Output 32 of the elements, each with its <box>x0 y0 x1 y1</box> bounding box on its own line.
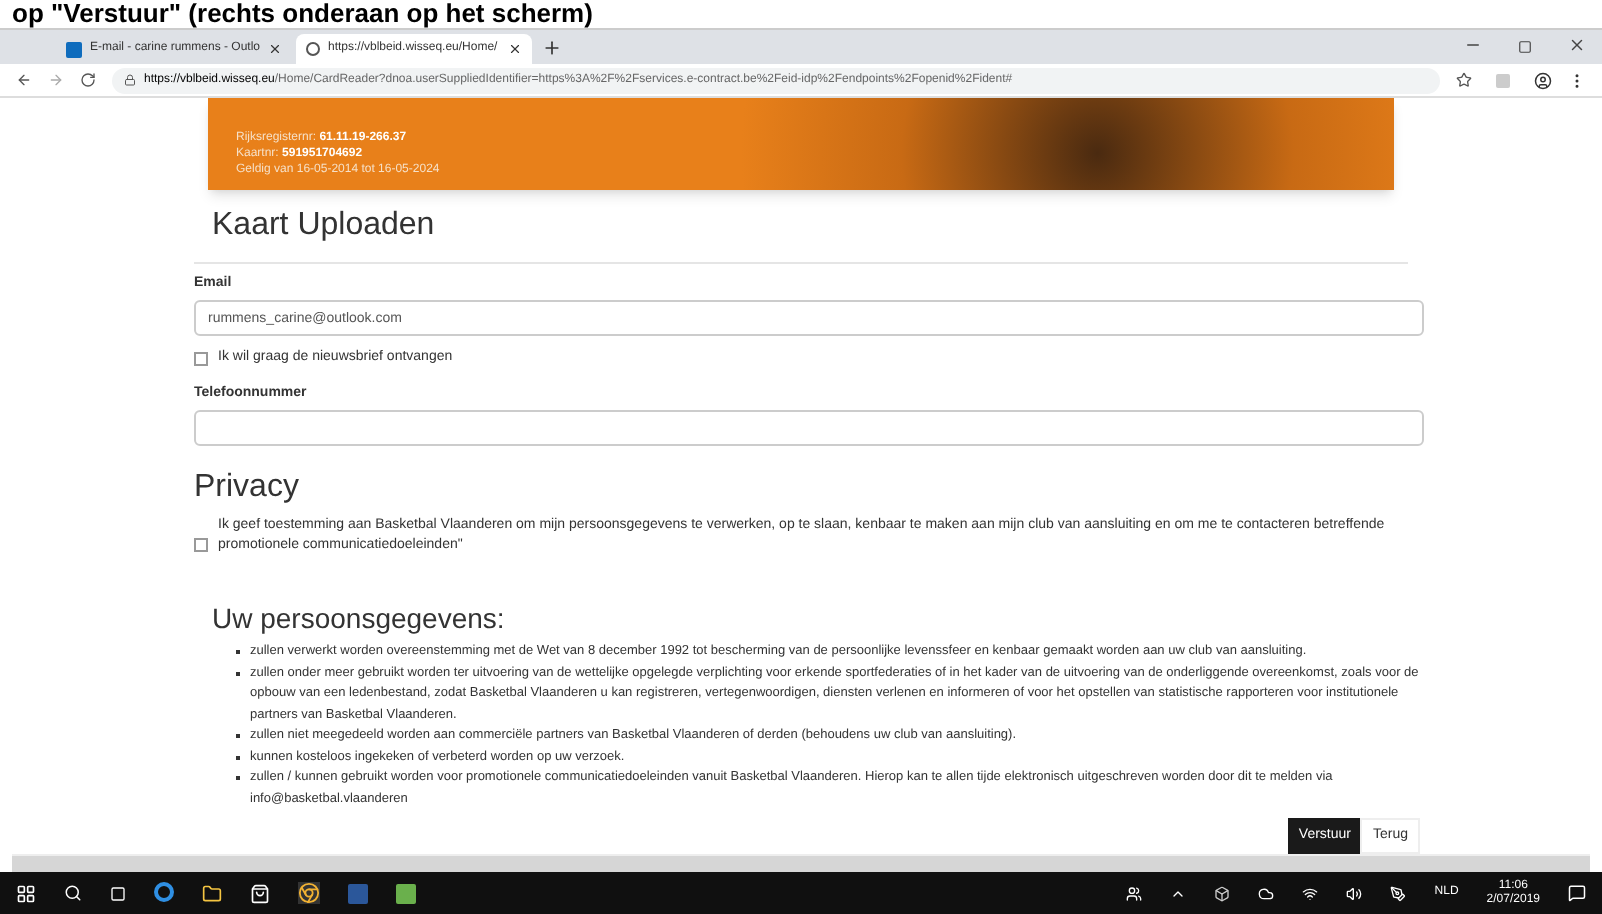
personal-data-heading: Uw persoonsgegevens: <box>212 602 507 634</box>
reload-icon[interactable] <box>80 72 96 88</box>
cloud-icon[interactable] <box>1258 885 1275 901</box>
people-icon[interactable] <box>1126 885 1143 901</box>
search-icon[interactable] <box>64 884 82 902</box>
back-icon[interactable] <box>16 72 32 88</box>
profile-icon[interactable] <box>1534 71 1552 89</box>
caption-text: op "Verstuur" (rechts onderaan op het scherm) <box>12 0 593 28</box>
notifications-icon[interactable] <box>1568 884 1586 902</box>
star-icon[interactable] <box>1456 72 1472 88</box>
checkbox[interactable] <box>194 351 208 366</box>
privacy-heading: Privacy <box>194 470 301 506</box>
phone-field[interactable] <box>194 410 1424 446</box>
new-tab-icon[interactable] <box>542 38 562 58</box>
folder-icon[interactable] <box>202 883 222 903</box>
maximize-icon[interactable] <box>1518 40 1532 54</box>
task-view-icon[interactable] <box>110 885 126 901</box>
close-icon[interactable] <box>1568 36 1586 54</box>
lock-icon <box>124 74 136 86</box>
mail-app-icon <box>66 41 82 57</box>
box-icon[interactable] <box>1214 885 1231 901</box>
volume-icon[interactable] <box>1346 885 1363 901</box>
close-icon[interactable] <box>268 42 282 56</box>
page-title: Kaart Uploaden <box>212 205 437 246</box>
network-icon[interactable] <box>1302 885 1319 901</box>
windows-start-icon[interactable] <box>16 883 36 903</box>
horizontal-scrollbar[interactable] <box>12 854 1590 872</box>
shopping-bag-icon[interactable] <box>250 883 270 903</box>
globe-icon <box>306 42 320 56</box>
close-icon[interactable] <box>508 42 522 56</box>
checkbox[interactable] <box>194 538 208 552</box>
pen-icon[interactable] <box>1390 885 1407 901</box>
